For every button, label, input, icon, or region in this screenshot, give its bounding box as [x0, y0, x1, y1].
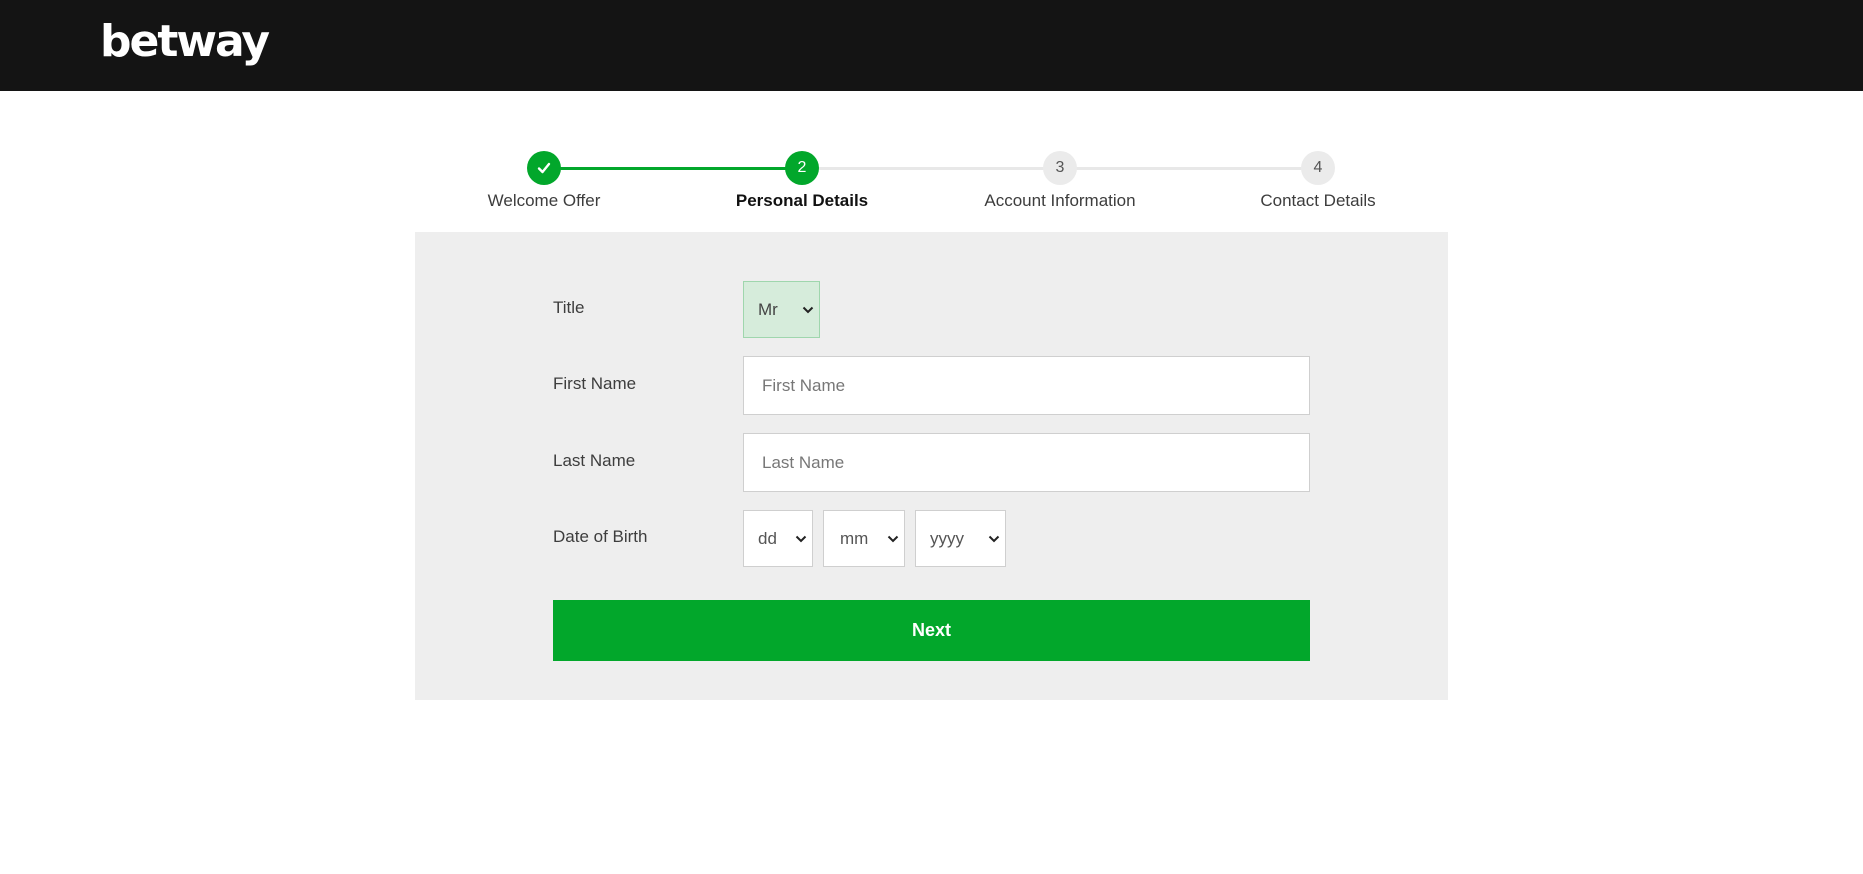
step-label: Welcome Offer — [487, 191, 601, 210]
title-label: Title — [553, 298, 585, 317]
step-contact-details: 4 Contact Details — [1218, 151, 1418, 211]
date-of-birth-label: Date of Birth — [553, 527, 648, 546]
personal-details-form: Title Mr First Name Last Name Date of Bi… — [415, 232, 1448, 700]
step-account-information: 3 Account Information — [960, 151, 1160, 211]
chevron-down-icon — [795, 535, 807, 542]
site-header: betway — [0, 0, 1863, 91]
step-number: 2 — [785, 151, 819, 185]
check-icon — [527, 151, 561, 185]
step-label: Account Information — [984, 191, 1136, 210]
step-label: Contact Details — [1260, 191, 1376, 210]
title-select[interactable]: Mr — [743, 281, 820, 338]
chevron-down-icon — [988, 535, 1000, 542]
step-welcome-offer: Welcome Offer — [444, 151, 644, 211]
betway-logo[interactable]: betway — [100, 16, 270, 68]
first-name-label: First Name — [553, 374, 637, 393]
step-label: Personal Details — [735, 191, 869, 210]
dob-year-value: yyyy — [930, 528, 964, 548]
step-number: 3 — [1043, 151, 1077, 185]
chevron-down-icon — [887, 535, 899, 542]
registration-stepper: Welcome Offer 2 Personal Details 3 Accou… — [415, 148, 1448, 218]
step-personal-details: 2 Personal Details — [702, 151, 902, 211]
dob-day-value: dd — [758, 528, 777, 548]
step-number: 4 — [1301, 151, 1335, 185]
dob-day-select[interactable]: dd — [743, 510, 813, 567]
dob-month-value: mm — [840, 528, 869, 548]
dob-month-select[interactable]: mm — [823, 510, 905, 567]
chevron-down-icon — [802, 306, 814, 313]
dob-year-select[interactable]: yyyy — [915, 510, 1006, 567]
first-name-input[interactable] — [743, 356, 1310, 415]
title-select-value: Mr — [758, 299, 778, 319]
last-name-label: Last Name — [553, 451, 636, 470]
last-name-input[interactable] — [743, 433, 1310, 492]
next-button[interactable]: Next — [553, 600, 1310, 661]
